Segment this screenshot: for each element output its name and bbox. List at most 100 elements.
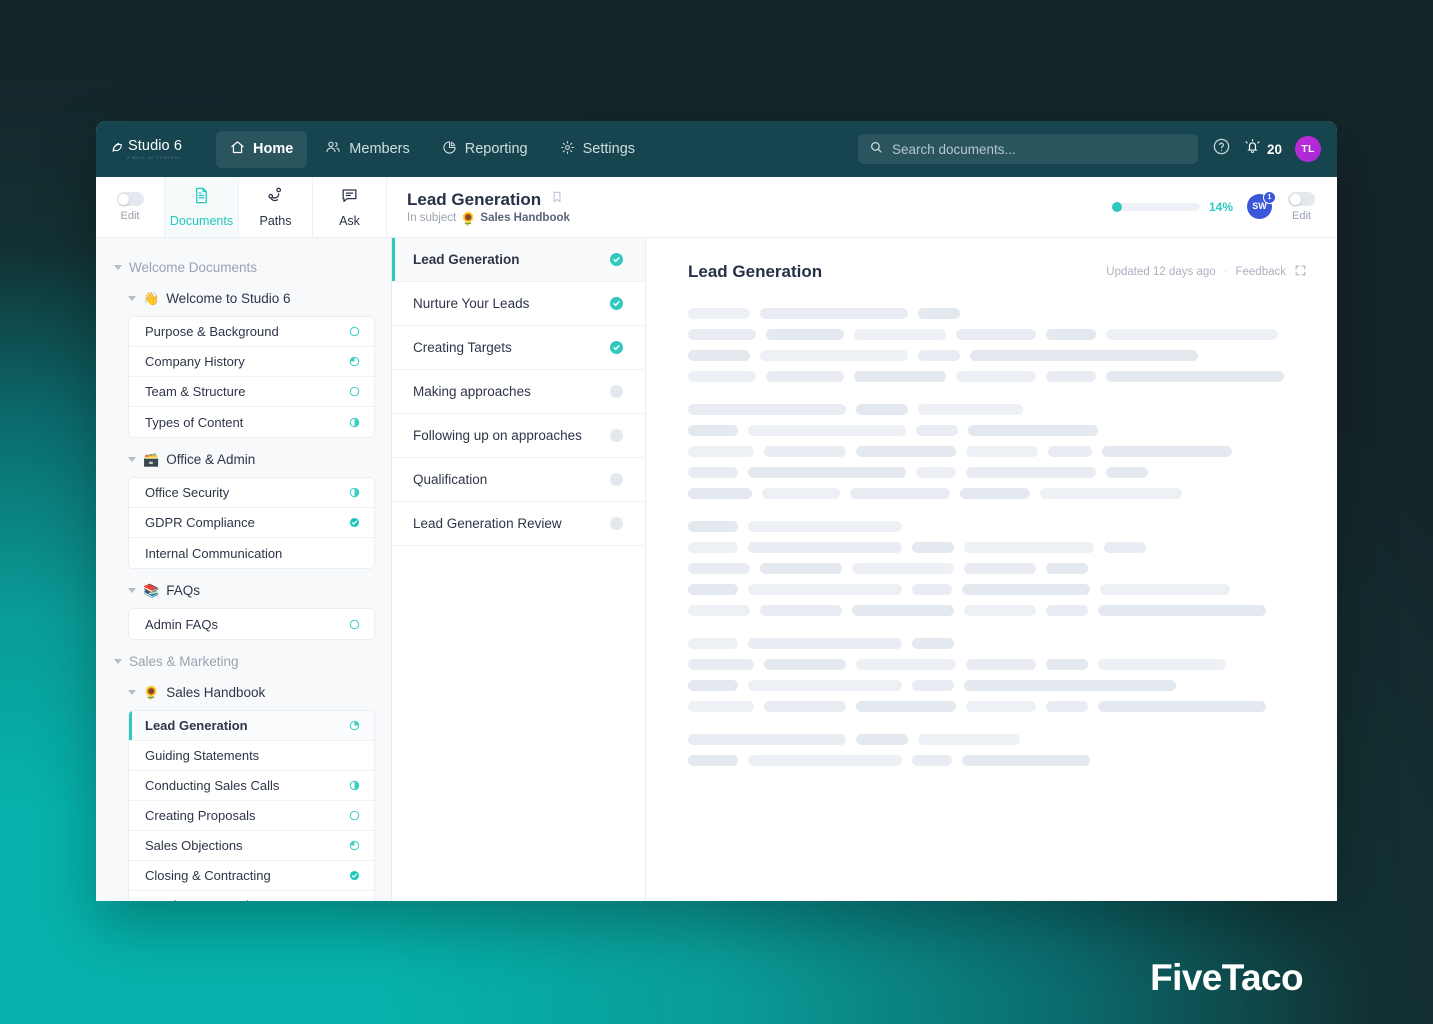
nav-item-settings[interactable]: Settings xyxy=(546,131,649,168)
skeleton-bar xyxy=(688,308,750,319)
chapter-creating-targets[interactable]: Creating Targets xyxy=(392,326,645,370)
chapter-lead-generation[interactable]: Lead Generation xyxy=(392,238,645,282)
sidebar-doc-types-of-content[interactable]: Types of Content xyxy=(129,407,374,437)
subject-prefix: In subject xyxy=(407,212,457,224)
tab-documents[interactable]: Documents xyxy=(165,177,239,237)
sidebar-doc-creating-proposals[interactable]: Creating Proposals xyxy=(129,801,374,831)
doc-label: Passing to operations xyxy=(145,898,270,901)
sidebar-doc-conducting-sales-calls[interactable]: Conducting Sales Calls xyxy=(129,771,374,801)
sidebar-doc-lead-generation[interactable]: Lead Generation xyxy=(129,711,374,741)
skeleton-bar xyxy=(966,467,1096,478)
sidebar-doc-guiding-statements[interactable]: Guiding Statements xyxy=(129,741,374,771)
chapter-list[interactable]: Lead Generation Nurture Your Leads Creat… xyxy=(392,238,646,901)
sidebar-group-label: Sales Handbook xyxy=(166,685,266,700)
edit-toggle-left[interactable]: Edit xyxy=(96,177,165,237)
chevron-down-icon xyxy=(128,690,136,695)
skeleton-bar xyxy=(918,350,960,361)
skeleton-line xyxy=(688,329,1307,340)
sidebar-doc-office-security[interactable]: Office Security xyxy=(129,478,374,508)
sidebar-doc-gdpr-compliance[interactable]: GDPR Compliance xyxy=(129,508,374,538)
sidebar-group-office-admin[interactable]: 🗃️ Office & Admin xyxy=(110,444,375,475)
tab-paths[interactable]: Paths xyxy=(239,177,313,237)
chapter-status-todo-icon xyxy=(610,429,623,442)
chapter-qualification[interactable]: Qualification xyxy=(392,458,645,502)
skeleton-bar xyxy=(956,329,1036,340)
doc-label: Lead Generation xyxy=(145,718,248,733)
skeleton-bar xyxy=(1106,467,1148,478)
document-tree-sidebar[interactable]: Welcome Documents 👋 Welcome to Studio 6 … xyxy=(96,238,392,901)
chapter-making-approaches[interactable]: Making approaches xyxy=(392,370,645,414)
nav-item-home[interactable]: Home xyxy=(216,130,308,168)
sidebar-doc-closing-contracting[interactable]: Closing & Contracting xyxy=(129,861,374,891)
chapter-label: Nurture Your Leads xyxy=(413,296,530,311)
collaborator-avatar[interactable]: SW 1 xyxy=(1247,190,1276,221)
status-complete-icon xyxy=(348,516,361,529)
tab-ask[interactable]: Ask xyxy=(313,177,387,237)
notifications-button[interactable]: 20 xyxy=(1244,138,1282,160)
skeleton-group xyxy=(688,521,1307,616)
sidebar-section-sales-marketing[interactable]: Sales & Marketing xyxy=(110,646,375,677)
edit-switch-right[interactable] xyxy=(1288,192,1315,206)
skeleton-bar xyxy=(912,680,954,691)
skeleton-bar xyxy=(1048,446,1092,457)
status-half-icon xyxy=(348,486,361,499)
skeleton-bar xyxy=(766,371,844,382)
skeleton-bar xyxy=(966,659,1036,670)
sidebar-doc-purpose-background[interactable]: Purpose & Background xyxy=(129,317,374,347)
skeleton-bar xyxy=(956,371,1036,382)
collaborator-badge: 1 xyxy=(1263,190,1276,204)
status-empty-icon xyxy=(348,618,361,631)
books-emoji-icon: 📚 xyxy=(143,583,160,598)
sidebar-group-sales-handbook[interactable]: 🌻 Sales Handbook xyxy=(110,677,375,708)
edit-toggle-right[interactable]: Edit xyxy=(1288,192,1315,222)
sidebar-doc-sales-objections[interactable]: Sales Objections xyxy=(129,831,374,861)
nav-item-members[interactable]: Members xyxy=(311,130,423,168)
footer-brand: FiveTaco xyxy=(1150,957,1303,998)
chapter-following-up-on-approaches[interactable]: Following up on approaches xyxy=(392,414,645,458)
progress-percent: 14% xyxy=(1208,200,1233,214)
primary-nav: Home Members Reporting Settings xyxy=(216,130,649,168)
skeleton-bar xyxy=(964,542,1094,553)
sidebar-doc-internal-communication[interactable]: Internal Communication xyxy=(129,538,374,568)
skeleton-bar xyxy=(916,425,958,436)
sidebar-doc-team-structure[interactable]: Team & Structure xyxy=(129,377,374,407)
feedback-link[interactable]: Feedback xyxy=(1235,266,1286,278)
skeleton-bar xyxy=(960,488,1030,499)
document-toolbar: Edit Documents Paths Ask Lead Generation xyxy=(96,177,1337,238)
chapter-lead-generation-review[interactable]: Lead Generation Review xyxy=(392,502,645,546)
skeleton-bar xyxy=(856,734,908,745)
help-circle-icon[interactable] xyxy=(1212,137,1231,161)
search-input[interactable] xyxy=(891,141,1187,157)
skeleton-bar xyxy=(1046,659,1088,670)
sidebar-doc-company-history[interactable]: Company History xyxy=(129,347,374,377)
sidebar-group-label: Welcome to Studio 6 xyxy=(166,291,291,306)
skeleton-bar xyxy=(1046,563,1088,574)
edit-switch-left[interactable] xyxy=(116,192,144,206)
app-logo[interactable]: Studio 6 A WELL UP COMPANY xyxy=(110,138,194,160)
chapter-label: Creating Targets xyxy=(413,340,512,355)
skeleton-bar xyxy=(962,755,1090,766)
bookmark-icon[interactable] xyxy=(550,190,564,209)
status-empty-icon xyxy=(348,809,361,822)
skeleton-bar xyxy=(688,605,750,616)
skeleton-line xyxy=(688,734,1307,745)
status-half-icon xyxy=(348,779,361,792)
user-avatar[interactable]: TL xyxy=(1295,136,1321,162)
expand-icon[interactable] xyxy=(1294,264,1307,280)
content-meta: Updated 12 days ago · Feedback xyxy=(1106,264,1307,280)
doc-label: Company History xyxy=(145,354,245,369)
sidebar-doc-admin-faqs[interactable]: Admin FAQs xyxy=(129,609,374,639)
skeleton-line xyxy=(688,425,1307,436)
doc-card: Office Security GDPR Compliance Internal… xyxy=(128,477,375,569)
skeleton-bar xyxy=(1106,329,1278,340)
nav-item-reporting[interactable]: Reporting xyxy=(428,131,542,168)
sidebar-group-welcome-to-studio-6[interactable]: 👋 Welcome to Studio 6 xyxy=(110,283,375,314)
sidebar-group-faqs[interactable]: 📚 FAQs xyxy=(110,575,375,606)
chapter-nurture-your-leads[interactable]: Nurture Your Leads xyxy=(392,282,645,326)
sidebar-section-welcome-documents[interactable]: Welcome Documents xyxy=(110,252,375,283)
search-bar[interactable] xyxy=(857,134,1198,164)
doc-label: Creating Proposals xyxy=(145,808,256,823)
sunflower-emoji-icon: 🌻 xyxy=(143,685,160,700)
skeleton-bar xyxy=(970,350,1198,361)
sidebar-doc-passing-to-operations[interactable]: Passing to operations xyxy=(129,891,374,901)
